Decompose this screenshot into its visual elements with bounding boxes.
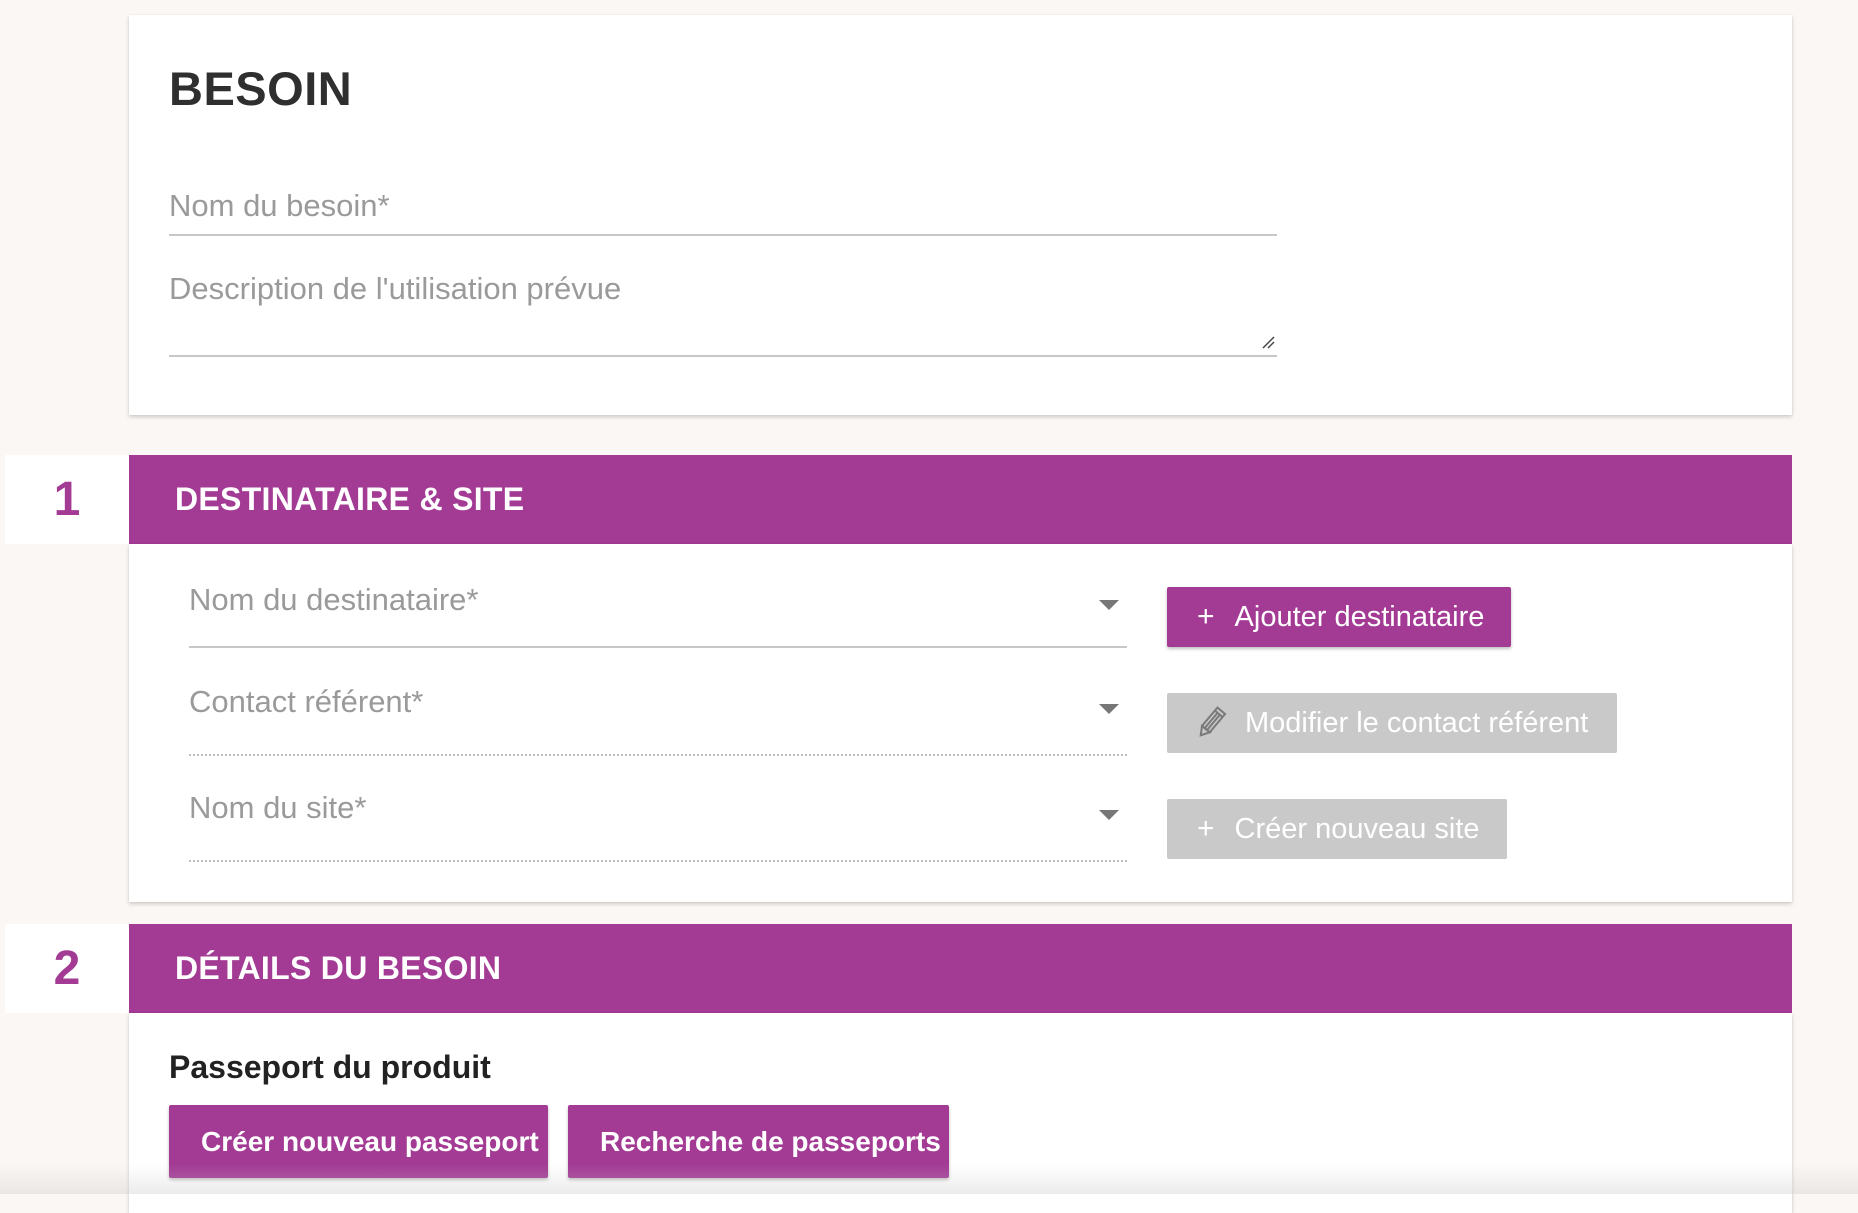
chevron-down-icon [1099,704,1119,714]
site-placeholder: Nom du site* [189,790,367,825]
destinataire-placeholder: Nom du destinataire* [189,582,479,617]
chevron-down-icon [1099,600,1119,610]
site-select[interactable]: Nom du site* [189,754,1127,862]
edit-contact-label: Modifier le contact référent [1245,706,1589,739]
create-site-button[interactable]: + Créer nouveau site [1167,799,1507,859]
chevron-down-icon [1099,810,1119,820]
create-site-label: Créer nouveau site [1234,812,1480,845]
destinataire-select[interactable]: Nom du destinataire* [189,544,1127,648]
section-title-destinataire: DESTINATAIRE & SITE [175,481,525,517]
step-number-1: 1 [5,455,129,544]
contact-referent-placeholder: Contact référent* [189,684,424,719]
resize-handle-icon[interactable] [1261,335,1275,349]
section-title-details: DÉTAILS DU BESOIN [175,950,502,986]
nom-besoin-placeholder: Nom du besoin* [169,188,390,223]
contact-referent-select[interactable]: Contact référent* [189,648,1127,756]
add-destinataire-label: Ajouter destinataire [1234,600,1485,633]
besoin-card: BESOIN Nom du besoin* Description de l'u… [129,15,1792,415]
edit-contact-button[interactable]: Modifier le contact référent [1167,693,1617,753]
section-header-details: DÉTAILS DU BESOIN [129,924,1792,1013]
passeport-heading: Passeport du produit [169,1049,491,1085]
destinataire-card: Nom du destinataire* + Ajouter destinata… [129,544,1792,902]
step-number-2: 2 [5,924,129,1013]
add-destinataire-button[interactable]: + Ajouter destinataire [1167,587,1511,647]
create-passeport-label: Créer nouveau passeport [201,1125,539,1157]
nom-besoin-input[interactable]: Nom du besoin* [169,175,1277,236]
plus-icon: + [1197,600,1215,633]
pencil-icon [1195,705,1227,741]
description-placeholder: Description de l'utilisation prévue [169,271,622,306]
bottom-fade [0,1164,1858,1194]
page-title: BESOIN [169,62,353,115]
plus-icon: + [1197,812,1215,845]
search-passeports-label: Recherche de passeports [600,1125,941,1157]
description-textarea[interactable]: Description de l'utilisation prévue [169,253,1277,357]
section-header-destinataire: DESTINATAIRE & SITE [129,455,1792,544]
